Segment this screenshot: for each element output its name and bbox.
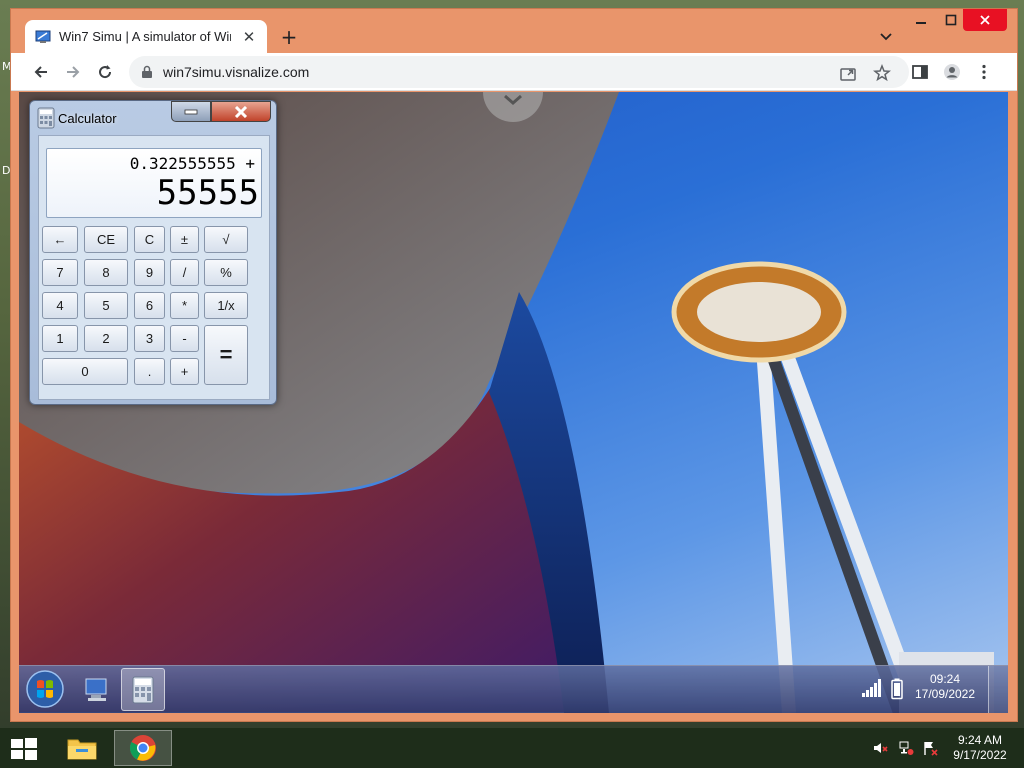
- side-panel-icon[interactable]: [911, 63, 929, 81]
- win7-start-orb-icon[interactable]: [25, 669, 65, 709]
- win7-taskbar-calculator[interactable]: [121, 668, 165, 711]
- key-2[interactable]: 2: [84, 325, 128, 352]
- network-icon[interactable]: [898, 740, 914, 756]
- address-bar[interactable]: win7simu.visnalize.com: [129, 56, 909, 88]
- lock-icon[interactable]: [141, 65, 153, 79]
- calculator-icon: [132, 676, 154, 703]
- calculator-close-button[interactable]: [211, 101, 271, 122]
- close-icon: [980, 15, 990, 25]
- minimize-icon: [184, 109, 198, 114]
- chevron-down-icon: [504, 94, 522, 105]
- browser-window: Win7 Simu | A simulator of Windows 7 ✕ +: [10, 8, 1018, 722]
- battery-icon[interactable]: [891, 678, 903, 700]
- display-history: 0.322555555 +: [129, 154, 255, 173]
- share-icon[interactable]: [839, 64, 857, 82]
- key-6[interactable]: 6: [134, 292, 165, 319]
- key-multiply[interactable]: *: [170, 292, 199, 319]
- win7-taskbar-computer[interactable]: [77, 668, 117, 711]
- window-close-button[interactable]: [963, 9, 1007, 31]
- key-add[interactable]: +: [170, 358, 199, 385]
- key-1[interactable]: 1: [42, 325, 78, 352]
- key-c[interactable]: C: [134, 226, 165, 253]
- key-backspace[interactable]: ←: [42, 226, 78, 253]
- host-taskbar-chrome[interactable]: [114, 730, 172, 766]
- kebab-menu-icon[interactable]: [975, 63, 993, 81]
- key-percent[interactable]: %: [204, 259, 248, 286]
- signal-bars-icon[interactable]: [861, 678, 883, 698]
- back-arrow-icon: [34, 66, 47, 78]
- profile-avatar-icon[interactable]: [943, 63, 961, 81]
- host-taskbar-file-explorer[interactable]: [58, 730, 106, 766]
- bookmark-star-icon[interactable]: [873, 64, 891, 82]
- tab-close-icon[interactable]: ✕: [241, 28, 257, 46]
- reload-icon: [99, 65, 112, 79]
- forward-arrow-icon: [67, 66, 80, 78]
- windows-start-icon[interactable]: [10, 737, 38, 761]
- key-3[interactable]: 3: [134, 325, 165, 352]
- win7-taskbar: 09:24 17/09/2022: [19, 665, 1008, 713]
- calculator-title: Calculator: [58, 111, 117, 126]
- action-center-flag-icon[interactable]: [922, 740, 938, 756]
- speaker-muted-icon[interactable]: [872, 740, 888, 756]
- win7-clock-date: 17/09/2022: [914, 687, 976, 701]
- key-divide[interactable]: /: [170, 259, 199, 286]
- host-clock-date: 9/17/2022: [953, 748, 1007, 762]
- page-viewport: Calculator 0.322555555 + 55555 ← CE C ± …: [19, 92, 1008, 713]
- host-taskbar: 9:24 AM 9/17/2022: [0, 728, 1024, 768]
- calculator-body: 0.322555555 + 55555 ← CE C ± √ 7 8 9 / %: [38, 135, 270, 400]
- reload-button[interactable]: [95, 62, 115, 82]
- display-value: 55555: [156, 173, 259, 213]
- tab-title: Win7 Simu | A simulator of Windows 7: [59, 29, 231, 44]
- minimize-icon: [916, 22, 926, 24]
- key-ce[interactable]: CE: [84, 226, 128, 253]
- calculator-minimize-button[interactable]: [171, 101, 211, 122]
- host-clock-time: 9:24 AM: [957, 733, 1003, 747]
- calculator-app-icon: [37, 107, 55, 129]
- key-sqrt[interactable]: √: [204, 226, 248, 253]
- key-0[interactable]: 0: [42, 358, 128, 385]
- back-button[interactable]: [31, 62, 51, 82]
- folder-icon: [67, 739, 97, 760]
- key-4[interactable]: 4: [42, 292, 78, 319]
- key-7[interactable]: 7: [42, 259, 78, 286]
- window-minimize-button[interactable]: [903, 9, 939, 31]
- key-9[interactable]: 9: [134, 259, 165, 286]
- win7-favicon-icon: [35, 30, 51, 43]
- window-maximize-button[interactable]: [939, 9, 963, 31]
- maximize-icon: [945, 14, 957, 26]
- close-icon: [234, 105, 248, 118]
- key-5[interactable]: 5: [84, 292, 128, 319]
- key-reciprocal[interactable]: 1/x: [204, 292, 248, 319]
- computer-icon: [85, 678, 107, 701]
- url-text: win7simu.visnalize.com: [163, 64, 310, 80]
- win7-show-desktop-button[interactable]: [988, 666, 1008, 713]
- tab-strip: Win7 Simu | A simulator of Windows 7 ✕ +: [11, 9, 1017, 53]
- browser-tab[interactable]: Win7 Simu | A simulator of Windows 7 ✕: [25, 20, 267, 53]
- chrome-icon: [129, 735, 156, 761]
- browser-toolbar: win7simu.visnalize.com: [11, 53, 1017, 91]
- host-clock[interactable]: 9:24 AM 9/17/2022: [948, 733, 1012, 763]
- calculator-display: 0.322555555 + 55555: [46, 148, 262, 218]
- key-decimal[interactable]: .: [134, 358, 165, 385]
- key-plus-minus[interactable]: ±: [170, 226, 199, 253]
- forward-button[interactable]: [63, 62, 83, 82]
- new-tab-button[interactable]: +: [277, 25, 301, 49]
- seattle-wallpaper: Calculator 0.322555555 + 55555 ← CE C ± …: [19, 92, 1008, 713]
- key-subtract[interactable]: -: [170, 325, 199, 352]
- key-8[interactable]: 8: [84, 259, 128, 286]
- win7-clock-time: 09:24: [929, 672, 961, 686]
- win7-clock[interactable]: 09:24 17/09/2022: [905, 672, 985, 702]
- tab-search-chevron-icon[interactable]: [877, 27, 895, 45]
- calculator-window: Calculator 0.322555555 + 55555 ← CE C ± …: [29, 100, 277, 405]
- key-equals[interactable]: =: [204, 325, 248, 385]
